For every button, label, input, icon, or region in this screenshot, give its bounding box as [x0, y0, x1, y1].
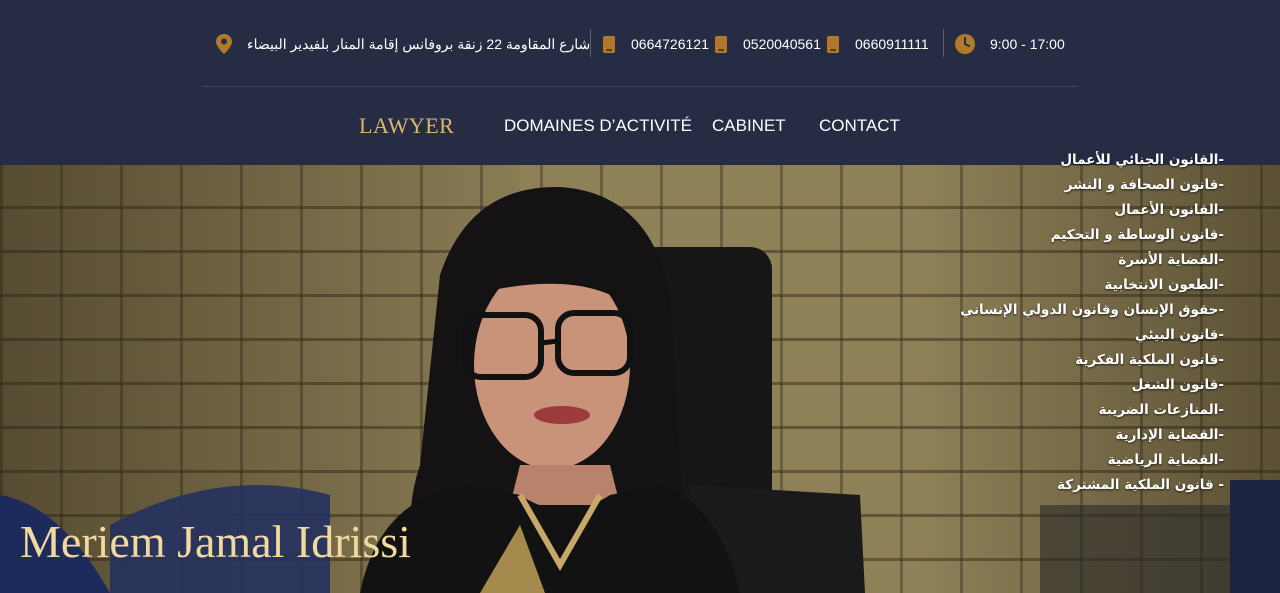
dropdown-item[interactable]: -قانون الملكية الفكرية: [764, 348, 1224, 373]
nav-link-contact[interactable]: CONTACT: [819, 116, 900, 136]
hours-item: 9:00 - 17:00: [955, 28, 1065, 60]
hero-name: Meriem Jamal Idrissi: [20, 516, 411, 567]
dropdown-item[interactable]: -المنازعات الضريبة: [764, 398, 1224, 423]
phone-icon: [603, 35, 615, 53]
phone-number[interactable]: 0660911111: [855, 36, 929, 52]
phone-item[interactable]: 0660911111: [827, 28, 929, 60]
dropdown-item[interactable]: - قانون الملكية المشتركة: [764, 473, 1224, 498]
map-pin-icon: [216, 34, 232, 54]
site-logo[interactable]: LAWYER: [359, 113, 454, 139]
hours-text: 9:00 - 17:00: [990, 36, 1065, 52]
dropdown-item[interactable]: -الطعون الانتخابية: [764, 273, 1224, 298]
topbar-divider: [943, 29, 944, 57]
dropdown-item[interactable]: -قانون الوساطة و التحكيم: [764, 223, 1224, 248]
phone-number[interactable]: 0520040561: [743, 36, 821, 52]
site-header: شارع المقاومة 22 زنقة بروفانس إقامة المن…: [0, 0, 1280, 165]
nav-link-domaines[interactable]: DOMAINES D’ACTIVITÉ: [504, 116, 692, 136]
address-item: شارع المقاومة 22 زنقة بروفانس إقامة المن…: [216, 28, 590, 60]
dropdown-item[interactable]: -القضاية الرياضية: [764, 448, 1224, 473]
address-text: شارع المقاومة 22 زنقة بروفانس إقامة المن…: [247, 35, 591, 52]
dropdown-item[interactable]: -حقوق الإنسان وقانون الدولي الإنساني: [764, 298, 1224, 323]
phone-icon: [827, 35, 839, 53]
phone-number[interactable]: 0664726121: [631, 36, 709, 52]
dropdown-item[interactable]: -القضاية الإدارية: [764, 423, 1224, 448]
dropdown-item[interactable]: -القضاية الأسرة: [764, 248, 1224, 273]
dropdown-item[interactable]: -قانون الشغل: [764, 373, 1224, 398]
phone-item[interactable]: 0520040561: [715, 28, 821, 60]
phone-item[interactable]: 0664726121: [603, 28, 709, 60]
contact-topbar: شارع المقاومة 22 زنقة بروفانس إقامة المن…: [0, 28, 1280, 60]
topbar-divider: [590, 29, 591, 57]
header-divider: [202, 86, 1078, 87]
dropdown-item[interactable]: -القانون الجنائي للأعمال: [764, 148, 1224, 173]
phone-icon: [715, 35, 727, 53]
practice-areas-dropdown: -القانون الجنائي للأعمال -قانون الصحافة …: [764, 148, 1224, 498]
dropdown-item[interactable]: -قانون الصحافة و النشر: [764, 173, 1224, 198]
dropdown-item[interactable]: -القانون الأعمال: [764, 198, 1224, 223]
nav-link-cabinet[interactable]: CABINET: [712, 116, 786, 136]
clock-icon: [955, 34, 975, 54]
dropdown-item[interactable]: -قانون البيئي: [764, 323, 1224, 348]
